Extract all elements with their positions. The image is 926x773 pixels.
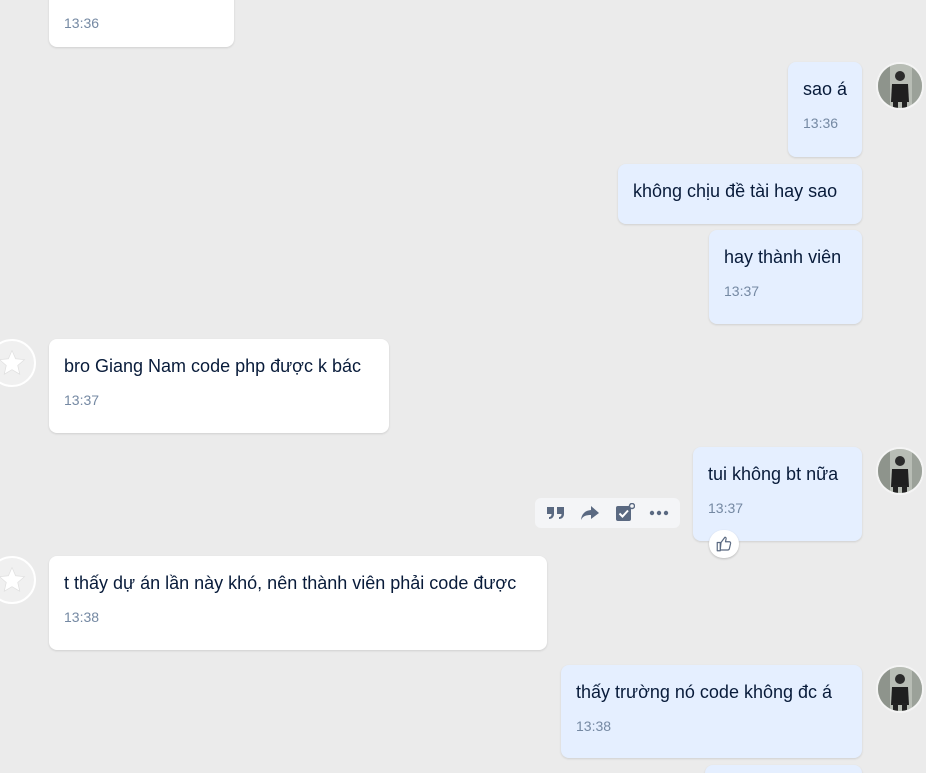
chat-conversation: 13:36 sao á 13:36 không chịu đề tài hay … <box>0 0 926 773</box>
quote-icon[interactable] <box>542 500 570 526</box>
my-avatar[interactable] <box>876 665 924 713</box>
avatar-photo <box>878 667 922 711</box>
message-time: 13:37 <box>708 500 744 516</box>
message-outgoing[interactable]: thấy trường nó code không đc á 13:38 <box>561 665 862 758</box>
message-incoming[interactable]: bro Giang Nam code php được k bác 13:37 <box>49 339 389 433</box>
message-outgoing[interactable]: không chịu đề tài hay sao <box>618 164 862 224</box>
message-time: 13:36 <box>803 115 839 131</box>
mark-task-icon[interactable] <box>611 500 639 526</box>
my-avatar[interactable] <box>876 62 924 110</box>
avatar-photo <box>878 449 922 493</box>
forward-icon[interactable] <box>576 500 604 526</box>
message-outgoing[interactable]: tui không bt nữa 13:37 <box>693 447 862 541</box>
reaction-button[interactable] <box>709 530 739 558</box>
message-text: hay thành viên <box>724 247 842 267</box>
message-text: tui không bt nữa <box>708 464 839 484</box>
message-text: t thấy dự án lần này khó, nên thành viên… <box>64 573 517 593</box>
message-incoming[interactable]: t thấy dự án lần này khó, nên thành viên… <box>49 556 547 650</box>
avatar-photo <box>878 64 922 108</box>
message-text: bro Giang Nam code php được k bác <box>64 356 362 376</box>
message-time: 13:38 <box>576 718 612 734</box>
my-avatar[interactable] <box>876 447 924 495</box>
thumbs-up-icon <box>716 536 732 552</box>
message-time: 13:37 <box>64 392 100 408</box>
message-time: 13:38 <box>64 609 100 625</box>
star-icon <box>0 349 26 376</box>
message-time: 13:37 <box>724 283 760 299</box>
message-outgoing[interactable]: sao á 13:36 <box>788 62 862 157</box>
message-text: thấy trường nó code không đc á <box>576 682 833 702</box>
message-incoming[interactable]: 13:36 <box>49 0 234 47</box>
message-action-bar <box>535 498 680 528</box>
contact-avatar[interactable] <box>0 556 36 604</box>
message-text: sao á <box>803 79 848 99</box>
message-outgoing[interactable] <box>705 765 862 773</box>
message-time: 13:36 <box>64 15 100 31</box>
message-text: không chịu đề tài hay sao <box>633 181 838 201</box>
more-icon[interactable] <box>645 500 673 526</box>
message-outgoing[interactable]: hay thành viên 13:37 <box>709 230 862 324</box>
contact-avatar[interactable] <box>0 339 36 387</box>
star-icon <box>0 566 26 593</box>
